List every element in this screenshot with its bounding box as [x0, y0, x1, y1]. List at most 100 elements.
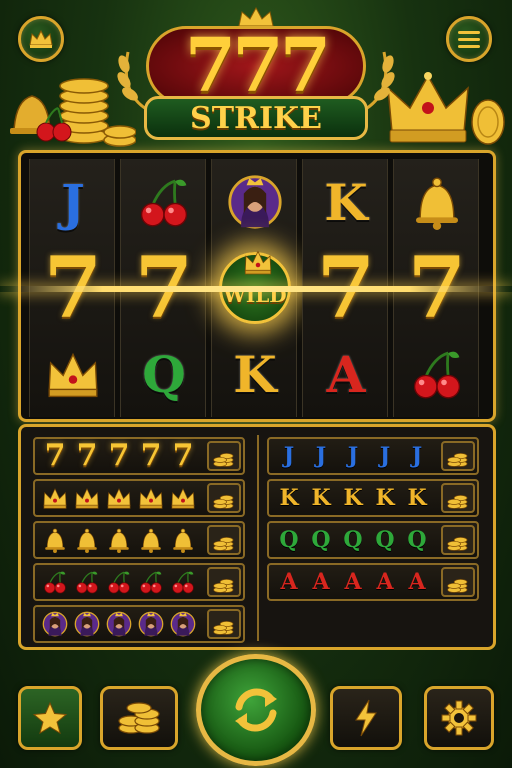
- paytable-seven: 7: [44, 438, 66, 473]
- gear-icon: [441, 700, 477, 736]
- paytable-letter: K: [311, 485, 331, 511]
- queen-icon: [228, 175, 282, 229]
- cherry-icon: [413, 351, 461, 399]
- paytable-row: AAAAA: [267, 563, 479, 601]
- queen-icon: [106, 611, 132, 637]
- settings-button[interactable]: [424, 686, 494, 750]
- queen-icon: [138, 611, 164, 637]
- crown-button[interactable]: [18, 16, 64, 62]
- paytable-letter: J: [411, 443, 423, 469]
- favorites-button[interactable]: [18, 686, 82, 750]
- paytable-row: [33, 605, 245, 643]
- coins-icon: [447, 453, 468, 467]
- paytable-row: [33, 479, 245, 517]
- menu-icon: [458, 31, 480, 48]
- cherry-icon: [140, 179, 188, 227]
- paytable-seven: 7: [108, 438, 130, 473]
- paytable-letter: Q: [407, 527, 427, 553]
- bell-icon: [45, 528, 65, 553]
- coins-icon: [447, 537, 468, 551]
- paytable-row: 77777: [33, 437, 245, 475]
- cherry-icon: [44, 571, 66, 594]
- letter-symbol: K: [324, 172, 368, 232]
- payout-coins: [207, 609, 241, 639]
- payout-coins: [207, 441, 241, 471]
- payout-coins: [207, 567, 241, 597]
- bet-button[interactable]: [100, 686, 178, 750]
- coins-icon: [213, 537, 234, 551]
- paytable-letter: Q: [375, 527, 395, 553]
- coins-icon: [447, 579, 468, 593]
- paytable-letter: K: [375, 485, 395, 511]
- wild-crown-icon: [244, 250, 272, 275]
- bell-icon: [173, 528, 193, 553]
- reel-symbol: K: [303, 159, 389, 245]
- spin-icon: [235, 688, 277, 732]
- paytable-letter: A: [376, 569, 394, 595]
- cherry-icon: [172, 571, 194, 594]
- paytable-seven: 7: [140, 438, 162, 473]
- bell-icon: [109, 528, 129, 553]
- paytable-letter: Q: [343, 527, 363, 553]
- turbo-button[interactable]: [330, 686, 402, 750]
- paytable-letter: A: [408, 569, 426, 595]
- coins-icon: [213, 495, 234, 509]
- queen-icon: [74, 611, 100, 637]
- paytable-letter: Q: [311, 527, 331, 553]
- paytable-letter: A: [312, 569, 330, 595]
- paytable-row-symbols: [35, 569, 197, 595]
- game-logo: 777 STRIKE: [110, 6, 402, 146]
- paytable-row: [33, 563, 245, 601]
- letter-symbol: J: [61, 172, 85, 232]
- coins-icon: [213, 579, 234, 593]
- coins-icon: [447, 495, 468, 509]
- paytable-letter: J: [283, 443, 295, 469]
- reel-symbol: [212, 159, 298, 245]
- crown-icon: [43, 488, 67, 509]
- paytable-row: QQQQQ: [267, 521, 479, 559]
- paytable-letter: A: [344, 569, 362, 595]
- star-icon: [32, 701, 68, 735]
- paytable-row-symbols: JJJJJ: [269, 443, 431, 469]
- paytable-seven: 7: [76, 438, 98, 473]
- cherry-icon: [76, 571, 98, 594]
- queen-icon: [42, 611, 68, 637]
- paytable-row-symbols: [35, 611, 197, 637]
- crown-icon: [107, 488, 131, 509]
- payout-coins: [207, 525, 241, 555]
- payout-coins: [441, 483, 475, 513]
- bell-icon: [416, 177, 458, 230]
- letter-symbol: A: [326, 344, 366, 404]
- paytable-row: KKKKK: [267, 479, 479, 517]
- reel-symbol: [121, 159, 207, 245]
- coins-icon: [118, 702, 160, 734]
- paytable-letter: K: [279, 485, 299, 511]
- payout-coins: [441, 567, 475, 597]
- reel-symbol: [394, 159, 480, 245]
- paytable: 77777 JJJJJKKKKKQQQQQAAAAA: [18, 424, 496, 650]
- paytable-divider: [257, 435, 259, 641]
- paytable-row-symbols: [35, 485, 197, 511]
- crown-icon: [48, 352, 98, 398]
- spin-button[interactable]: [196, 654, 316, 766]
- paytable-row: [33, 521, 245, 559]
- paytable-letter: Q: [279, 527, 299, 553]
- reel-symbol: Q: [121, 331, 207, 417]
- cherry-icon: [108, 571, 130, 594]
- paytable-row-symbols: QQQQQ: [269, 527, 431, 553]
- paytable-letter: J: [315, 443, 327, 469]
- crown-icon: [171, 488, 195, 509]
- reel-symbol: [30, 331, 116, 417]
- reel-symbol: J: [30, 159, 116, 245]
- coins-icon: [213, 621, 234, 635]
- letter-symbol: K: [233, 344, 277, 404]
- letter-symbol: Q: [142, 344, 186, 404]
- bell-icon: [141, 528, 161, 553]
- lightning-icon: [355, 699, 377, 737]
- paytable-letter: J: [347, 443, 359, 469]
- crown-icon: [29, 29, 53, 48]
- payout-coins: [207, 483, 241, 513]
- menu-button[interactable]: [446, 16, 492, 62]
- paytable-row-symbols: AAAAA: [269, 569, 431, 595]
- crown-icon: [139, 488, 163, 509]
